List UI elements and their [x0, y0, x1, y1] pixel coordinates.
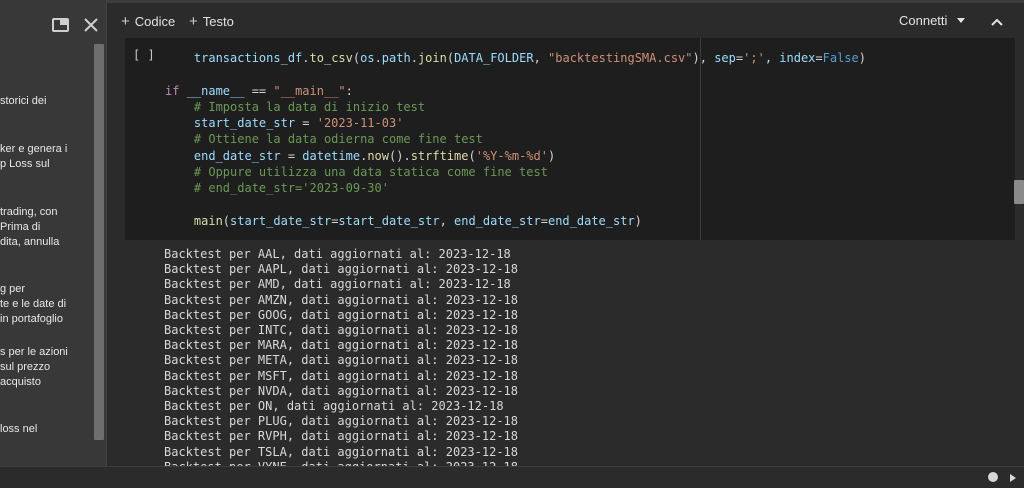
plus-icon: + — [189, 13, 198, 30]
output-line: Backtest per NVDA, dati aggiornati al: 2… — [164, 383, 519, 398]
toc-item[interactable]: g per te e le date di in portafoglio — [0, 282, 92, 327]
toc-item[interactable]: ker e genera i p Loss sul — [0, 142, 92, 172]
output-line: Backtest per INTC, dati aggiornati al: 2… — [164, 323, 519, 338]
code-line: # Ottiene la data odierna come fine test — [165, 132, 483, 147]
plus-icon: + — [121, 13, 130, 30]
code-editor[interactable]: transactions_df.to_csv(os.path.join(DATA… — [165, 50, 866, 229]
toc-item[interactable]: trading, con Prima di dita, annulla — [0, 205, 92, 250]
status-dot-icon[interactable] — [988, 472, 998, 482]
run-cell-button[interactable]: [ ] — [133, 48, 155, 62]
code-line: # Imposta la data di inizio test — [165, 99, 426, 114]
output-line: Backtest per PLUG, dati aggiornati al: 2… — [164, 414, 519, 429]
code-line: transactions_df.to_csv(os.path.join(DATA… — [165, 51, 866, 65]
triangle-right-icon[interactable] — [1010, 474, 1016, 482]
toc-item[interactable]: loss nel — [0, 422, 92, 437]
code-cell[interactable]: [ ] transactions_df.to_csv(os.path.join(… — [125, 38, 1015, 240]
code-line: # end_date_str='2023-09-30' — [165, 181, 389, 196]
output-line: Backtest per RVPH, dati aggiornati al: 2… — [164, 429, 519, 444]
output-line: Backtest per AMD, dati aggiornati al: 20… — [164, 277, 511, 292]
output-line: Backtest per ON, dati aggiornati al: 202… — [164, 399, 504, 414]
code-line: start_date_str = '2023-11-03' — [165, 116, 404, 131]
output-line: Backtest per META, dati aggiornati al: 2… — [164, 353, 519, 368]
chevron-up-icon[interactable] — [987, 12, 1007, 32]
add-text-label: Testo — [202, 14, 234, 29]
side-panel-scrollbar[interactable] — [94, 44, 104, 440]
connect-label: Connetti — [899, 13, 948, 28]
connect-button[interactable]: Connetti — [899, 13, 947, 28]
toc-item[interactable]: storici dei — [0, 94, 92, 109]
notebook-scrollbar[interactable] — [1014, 180, 1024, 204]
caret-down-icon[interactable] — [957, 18, 965, 23]
output-line: Backtest per TSLA, dati aggiornati al: 2… — [164, 444, 519, 459]
side-panel: storici dei ker e genera i p Loss sul tr… — [0, 0, 107, 466]
side-panel-header — [0, 0, 107, 44]
cell-output: Backtest per AAL, dati aggiornati al: 20… — [164, 247, 518, 468]
output-line: Backtest per GOOG, dati aggiornati al: 2… — [164, 307, 519, 322]
code-line: if __name__ == "__main__": — [165, 83, 353, 98]
window-icon[interactable] — [49, 14, 71, 36]
status-bar — [0, 466, 1024, 488]
add-code-button[interactable]: + Codice — [121, 13, 175, 30]
code-line: main(start_date_str=start_date_str, end_… — [165, 213, 642, 228]
notebook-toolbar: + Codice + Testo Connetti — [107, 0, 1024, 38]
code-line: end_date_str = datetime.now().strftime('… — [165, 148, 556, 163]
toc-item[interactable]: s per le azioni sul prezzo acquisto — [0, 345, 92, 390]
add-text-button[interactable]: + Testo — [189, 13, 234, 30]
add-code-label: Codice — [134, 14, 176, 29]
output-line: Backtest per AAL, dati aggiornati al: 20… — [164, 247, 511, 261]
output-line: Backtest per MARA, dati aggiornati al: 2… — [164, 338, 519, 353]
output-line: Backtest per AMZN, dati aggiornati al: 2… — [164, 292, 519, 307]
output-line: Backtest per AAPL, dati aggiornati al: 2… — [164, 262, 519, 277]
code-line: # Oppure utilizza una data statica come … — [165, 165, 548, 180]
close-icon[interactable] — [80, 14, 102, 36]
output-line: Backtest per MSFT, dati aggiornati al: 2… — [164, 368, 519, 383]
